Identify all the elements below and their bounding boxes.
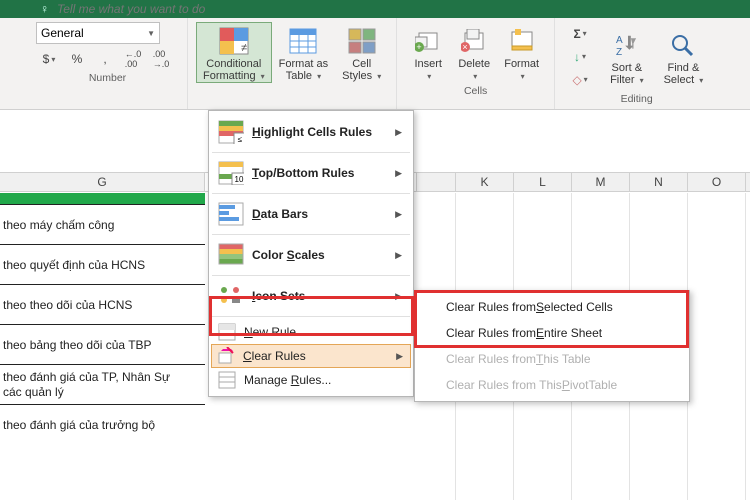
sort-filter-button[interactable]: AZ Sort &Filter ▾ [603, 26, 651, 87]
conditional-formatting-menu: ≤ Highlight Cells Rules ▶ 10 Top/Bottom … [208, 110, 414, 397]
conditional-formatting-icon: ≠ [218, 25, 250, 57]
decrease-decimal-button[interactable]: .00→.0 [148, 48, 174, 70]
menu-highlight-cells[interactable]: ≤ Highlight Cells Rules ▶ [212, 114, 410, 150]
cell[interactable]: theo bảng theo dõi của TBP [0, 325, 205, 365]
col-N[interactable]: N [630, 173, 688, 191]
clear-selected-cells[interactable]: Clear Rules from Selected Cells [418, 294, 686, 320]
insert-icon: + [412, 25, 444, 57]
color-scales-icon [216, 240, 246, 270]
clear-button[interactable]: ◇▾ [563, 69, 597, 91]
manage-rules-icon [216, 370, 238, 390]
delete-icon: × [458, 25, 490, 57]
col-M[interactable]: M [572, 173, 630, 191]
format-as-table-button[interactable]: Format asTable ▾ [272, 22, 336, 83]
svg-text:≤: ≤ [238, 135, 243, 144]
cell-styles-icon [346, 25, 378, 57]
percent-button[interactable]: % [64, 48, 90, 70]
autosum-button[interactable]: Σ▾ [563, 23, 597, 45]
svg-text:Z: Z [616, 47, 622, 57]
col-G[interactable]: G [0, 173, 205, 191]
data-bars-icon [216, 199, 246, 229]
group-label-editing: Editing [563, 91, 710, 109]
chevron-down-icon: ▼ [147, 29, 155, 38]
conditional-formatting-label: ConditionalFormatting [203, 58, 261, 82]
submenu-arrow-icon: ▶ [395, 127, 406, 138]
cell[interactable]: theo máy chấm công [0, 205, 205, 245]
col-L[interactable]: L [514, 173, 572, 191]
cell[interactable]: theo quyết định của HCNS [0, 245, 205, 285]
menu-top-bottom[interactable]: 10 Top/Bottom Rules ▶ [212, 155, 410, 191]
clear-this-table: Clear Rules from This Table [418, 346, 686, 372]
clear-rules-submenu: Clear Rules from Selected Cells Clear Ru… [414, 290, 690, 402]
format-icon [506, 25, 538, 57]
title-bar: ♀ [0, 0, 750, 18]
chevron-down-icon: ▾ [261, 72, 265, 81]
tell-me-input[interactable] [57, 2, 214, 16]
cell[interactable]: theo theo dõi của HCNS [0, 285, 205, 325]
clear-rules-icon [215, 346, 237, 366]
data-column-g: theo máy chấm công theo quyết định của H… [0, 193, 205, 445]
format-as-table-icon [287, 25, 319, 57]
col-K[interactable]: K [456, 173, 514, 191]
bulb-icon: ♀ [40, 2, 49, 16]
highlight-cells-icon: ≤ [216, 117, 246, 147]
sort-filter-icon: AZ [611, 29, 643, 61]
menu-new-rule[interactable]: New Rule... [212, 319, 410, 345]
svg-text:+: + [417, 42, 422, 52]
number-format-select[interactable]: General ▼ [36, 22, 160, 44]
menu-color-scales[interactable]: Color Scales ▶ [212, 237, 410, 273]
ribbon: General ▼ $▾ % , ←.0.00 .00→.0 Number ≠ … [0, 18, 750, 110]
find-select-icon [667, 29, 699, 61]
group-label-cells: Cells [405, 83, 546, 101]
svg-text:×: × [463, 42, 468, 52]
fill-button[interactable]: ↓▾ [563, 46, 597, 68]
conditional-formatting-button[interactable]: ≠ ConditionalFormatting ▾ [196, 22, 272, 83]
comma-button[interactable]: , [92, 48, 118, 70]
top-bottom-icon: 10 [216, 158, 246, 188]
svg-text:10: 10 [235, 175, 244, 184]
menu-manage-rules[interactable]: Manage Rules... [212, 367, 410, 393]
increase-decimal-button[interactable]: ←.0.00 [120, 48, 146, 70]
menu-clear-rules[interactable]: Clear Rules ▶ [211, 344, 411, 368]
cell-styles-button[interactable]: CellStyles ▾ [335, 22, 388, 83]
menu-icon-sets[interactable]: Icon Sets ▶ [212, 278, 410, 314]
find-select-button[interactable]: Find &Select ▾ [657, 26, 711, 87]
delete-button[interactable]: × Delete▾ [451, 22, 497, 83]
group-label-number: Number [36, 70, 179, 88]
menu-data-bars[interactable]: Data Bars ▶ [212, 196, 410, 232]
clear-entire-sheet[interactable]: Clear Rules from Entire Sheet [418, 320, 686, 346]
svg-text:≠: ≠ [241, 42, 247, 54]
new-rule-icon [216, 322, 238, 342]
svg-text:A: A [616, 35, 623, 46]
insert-button[interactable]: + Insert▾ [405, 22, 451, 83]
currency-button[interactable]: $▾ [36, 48, 62, 70]
cell-styles-label: CellStyles [342, 58, 372, 82]
col-O[interactable]: O [688, 173, 746, 191]
clear-this-pivot: Clear Rules from This PivotTable [418, 372, 686, 398]
cell[interactable]: theo đánh giá của trưởng bộ [0, 405, 205, 445]
cell[interactable]: theo đánh giá của TP, Nhân Sự các quản l… [0, 365, 205, 405]
icon-sets-icon [216, 281, 246, 311]
format-button[interactable]: Format▾ [497, 22, 546, 83]
